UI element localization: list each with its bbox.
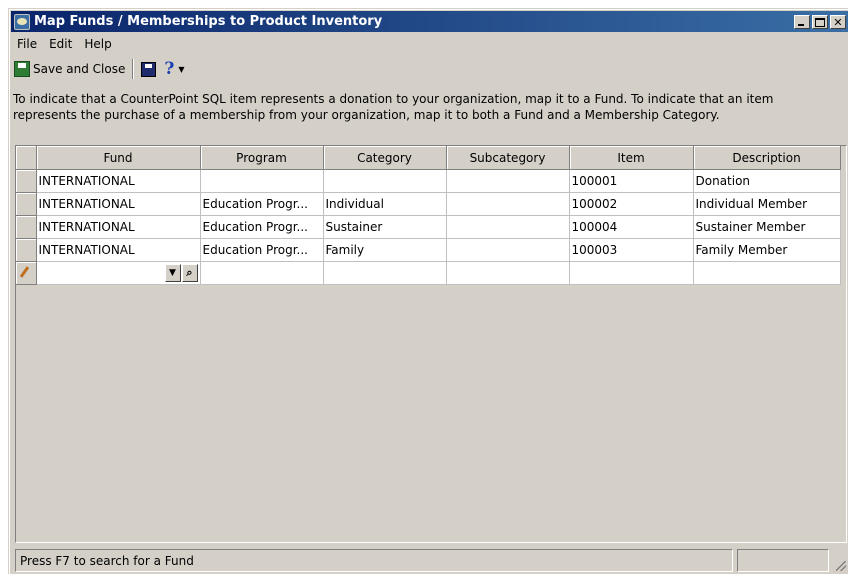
- dropdown-arrow-icon[interactable]: ▼: [164, 264, 181, 282]
- cell-program[interactable]: Education Progr...: [200, 215, 324, 239]
- cell-description[interactable]: [693, 261, 841, 285]
- help-button[interactable]: ? ▼: [159, 59, 187, 79]
- cell-description[interactable]: Donation: [693, 169, 841, 193]
- status-message: Press F7 to search for a Fund: [15, 549, 734, 572]
- help-icon: ?: [164, 59, 175, 79]
- cell-subcategory[interactable]: [446, 238, 570, 262]
- close-button[interactable]: ✕: [830, 14, 846, 29]
- row-selector[interactable]: [16, 215, 37, 239]
- fund-combo[interactable]: ▼ ⌕: [39, 263, 198, 283]
- window-title: Map Funds / Memberships to Product Inven…: [34, 14, 383, 29]
- cell-program[interactable]: Education Progr...: [200, 192, 324, 216]
- mapping-grid[interactable]: Fund Program Category Subcategory Item D…: [15, 145, 847, 543]
- new-row[interactable]: ▼ ⌕: [16, 261, 841, 285]
- cell-item[interactable]: 100001: [569, 169, 694, 193]
- save-and-close-icon: [14, 61, 30, 77]
- column-header-item[interactable]: Item: [569, 146, 694, 170]
- cell-fund[interactable]: INTERNATIONAL: [36, 238, 201, 262]
- maximize-button[interactable]: [812, 14, 828, 29]
- mapping-table: Fund Program Category Subcategory Item D…: [16, 146, 841, 285]
- row-selector[interactable]: [16, 238, 37, 262]
- cell-description[interactable]: Family Member: [693, 238, 841, 262]
- save-and-close-label: Save and Close: [33, 62, 126, 76]
- cell-item[interactable]: 100003: [569, 238, 694, 262]
- title-bar[interactable]: Map Funds / Memberships to Product Inven…: [11, 11, 848, 32]
- table-row[interactable]: INTERNATIONAL 100001 Donation: [16, 169, 841, 193]
- cell-fund[interactable]: INTERNATIONAL: [36, 215, 201, 239]
- column-header-description[interactable]: Description: [693, 146, 841, 170]
- table-row[interactable]: INTERNATIONAL Education Progr... Individ…: [16, 192, 841, 216]
- minimize-button[interactable]: [794, 14, 810, 29]
- save-and-close-button[interactable]: Save and Close: [11, 59, 128, 79]
- column-header-fund[interactable]: Fund: [36, 146, 201, 170]
- row-selector[interactable]: [16, 169, 37, 193]
- chevron-down-icon[interactable]: ▼: [178, 65, 184, 74]
- cell-category[interactable]: [323, 261, 447, 285]
- status-panel-secondary: [737, 549, 830, 572]
- cell-category[interactable]: [323, 169, 447, 193]
- cell-fund-edit[interactable]: ▼ ⌕: [36, 261, 201, 285]
- cell-description[interactable]: Individual Member: [693, 192, 841, 216]
- cell-category[interactable]: Sustainer: [323, 215, 447, 239]
- cell-fund[interactable]: INTERNATIONAL: [36, 169, 201, 193]
- cell-program[interactable]: Education Progr...: [200, 238, 324, 262]
- table-row[interactable]: INTERNATIONAL Education Progr... Sustain…: [16, 215, 841, 239]
- binoculars-icon[interactable]: ⌕: [181, 264, 198, 282]
- menu-file[interactable]: File: [11, 37, 43, 51]
- cell-description[interactable]: Sustainer Member: [693, 215, 841, 239]
- cell-item[interactable]: 100004: [569, 215, 694, 239]
- menu-bar: File Edit Help: [11, 34, 848, 53]
- table-row[interactable]: INTERNATIONAL Education Progr... Family …: [16, 238, 841, 262]
- instructions-text: To indicate that a CounterPoint SQL item…: [13, 92, 774, 122]
- column-header-category[interactable]: Category: [323, 146, 447, 170]
- main-window: Map Funds / Memberships to Product Inven…: [8, 8, 848, 574]
- toolbar: Save and Close ? ▼: [11, 56, 848, 82]
- cell-program[interactable]: [200, 261, 324, 285]
- row-selector[interactable]: [16, 261, 37, 285]
- pencil-icon: [18, 266, 30, 278]
- cell-category[interactable]: Individual: [323, 192, 447, 216]
- cell-item[interactable]: [569, 261, 694, 285]
- cell-item[interactable]: 100002: [569, 192, 694, 216]
- status-bar: Press F7 to search for a Fund: [15, 549, 847, 572]
- cell-category[interactable]: Family: [323, 238, 447, 262]
- cell-fund[interactable]: INTERNATIONAL: [36, 192, 201, 216]
- column-header-program[interactable]: Program: [200, 146, 324, 170]
- column-header-subcategory[interactable]: Subcategory: [446, 146, 570, 170]
- cell-subcategory[interactable]: [446, 261, 570, 285]
- cell-subcategory[interactable]: [446, 215, 570, 239]
- header-row: Fund Program Category Subcategory Item D…: [16, 146, 841, 170]
- cell-subcategory[interactable]: [446, 169, 570, 193]
- cell-program[interactable]: [200, 169, 324, 193]
- menu-edit[interactable]: Edit: [43, 37, 78, 51]
- select-all-cell[interactable]: [16, 146, 37, 170]
- floppy-disk-icon: [141, 61, 157, 77]
- window-controls: ✕: [794, 14, 846, 29]
- toolbar-separator: [132, 59, 135, 79]
- cell-subcategory[interactable]: [446, 192, 570, 216]
- save-button[interactable]: [138, 59, 159, 79]
- app-icon[interactable]: [14, 13, 30, 30]
- menu-help[interactable]: Help: [78, 37, 117, 51]
- resize-grip-icon[interactable]: [833, 558, 847, 572]
- row-selector[interactable]: [16, 192, 37, 216]
